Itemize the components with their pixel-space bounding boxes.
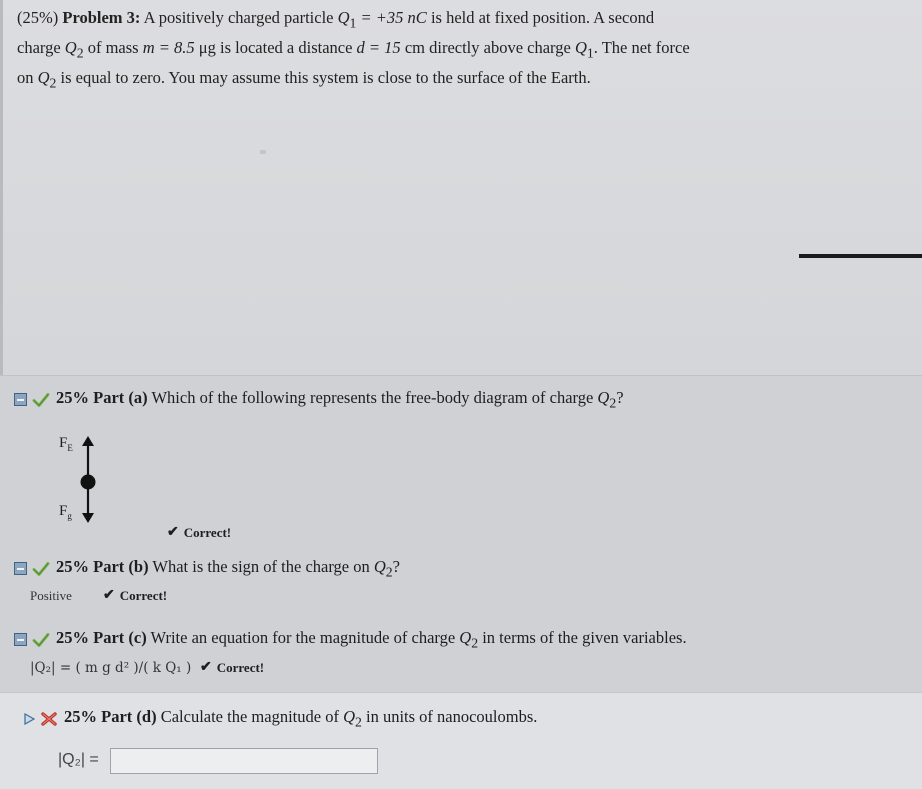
problem-text: (25%) Problem 3: A positively charged pa… <box>17 6 777 95</box>
problem-text-segment: is held at fixed position. A second <box>426 8 655 27</box>
problem-weight: (25%) <box>17 8 63 27</box>
x-icon <box>41 711 57 726</box>
q2-symbol: Q <box>373 557 386 576</box>
q2-subscript: 2 <box>385 564 393 580</box>
problem-text-segment: on <box>17 67 38 87</box>
q1-symbol: Q <box>337 8 350 27</box>
q2-subscript: 2 <box>354 714 362 730</box>
part-b-question-text: What is the sign of the charge on <box>148 557 374 576</box>
divider-line <box>799 254 922 258</box>
part-a-question-text: Which of the following represents the fr… <box>147 388 598 407</box>
part-b-question: 25% Part (b) What is the sign of the cha… <box>56 557 400 580</box>
q2-subscript: 2 <box>76 45 84 61</box>
part-b-answer: Positive <box>30 588 72 603</box>
minus-box-icon[interactable] <box>14 393 27 407</box>
part-c-question-text: Write an equation for the magnitude of c… <box>146 628 460 647</box>
q1-symbol: Q <box>574 37 587 57</box>
part-d-question-text: Calculate the magnitude of <box>156 707 344 726</box>
part-c-label: 25% Part (c) <box>56 628 147 647</box>
q2-input-label: |Q₂| = <box>58 751 99 768</box>
q2-symbol: Q <box>459 628 472 647</box>
part-c-answer: |Q₂| = ( m g d² )/( k Q₁ ) <box>30 660 192 676</box>
cursor-artifact <box>260 150 266 154</box>
part-d-question-end: in units of nanocoulombs. <box>361 707 538 726</box>
problem-text-segment: directly above charge <box>424 37 575 57</box>
mass-symbol: m <box>142 37 155 57</box>
checkmark-icon <box>32 561 50 576</box>
part-d: 25% Part (d) Calculate the magnitude of … <box>0 692 922 789</box>
part-b-correct: ✔ Correct! <box>103 587 167 604</box>
problem-text-segment: . The net force <box>593 37 690 57</box>
q2-symbol: Q <box>597 388 610 407</box>
part-a-question: 25% Part (a) Which of the following repr… <box>56 388 624 411</box>
distance-symbol: d <box>356 37 365 57</box>
parts-panel: 25% Part (a) Which of the following repr… <box>0 376 922 789</box>
fg-label: Fg <box>59 503 72 521</box>
charge-dot <box>80 474 96 490</box>
part-b-header[interactable]: 25% Part (b) What is the sign of the cha… <box>14 557 400 580</box>
problem-text-segment: is located a distance <box>215 37 357 57</box>
part-a-correct: ✔ Correct! <box>167 524 231 541</box>
minus-box-icon[interactable] <box>14 562 27 576</box>
minus-box-icon[interactable] <box>14 633 27 647</box>
distance-unit: cm <box>400 37 425 57</box>
correct-check-icon: ✔ <box>167 525 179 540</box>
correct-label: Correct! <box>119 587 168 603</box>
part-a-label: 25% Part (a) <box>56 388 148 407</box>
q2-symbol: Q <box>37 67 50 87</box>
correct-label: Correct! <box>216 659 265 675</box>
q2-answer-input[interactable] <box>110 748 378 774</box>
problem-text-segment: charge <box>17 37 65 57</box>
problem-title: Problem 3: <box>62 8 141 27</box>
distance-value: = 15 <box>364 37 401 57</box>
correct-label: Correct! <box>183 524 232 540</box>
part-c-header[interactable]: 25% Part (c) Write an equation for the m… <box>14 628 687 651</box>
problem-text-segment: is equal to zero. You may assume this sy… <box>56 67 591 87</box>
q1-subscript: 1 <box>586 45 594 61</box>
q1-value: = +35 nC <box>356 8 427 27</box>
part-a-header[interactable]: 25% Part (a) Which of the following repr… <box>14 388 624 411</box>
q2-symbol: Q <box>64 37 77 57</box>
part-c-question: 25% Part (c) Write an equation for the m… <box>56 628 687 651</box>
play-triangle-icon[interactable] <box>24 712 35 725</box>
checkmark-icon <box>32 392 50 407</box>
correct-check-icon: ✔ <box>103 588 115 603</box>
mass-unit: μg <box>194 37 216 57</box>
problem-text-segment: of mass <box>83 37 143 57</box>
problem-text-segment: A positively charged particle <box>140 8 338 27</box>
part-b-label: 25% Part (b) <box>56 557 149 576</box>
checkmark-icon <box>32 632 50 647</box>
part-c-question-end: in terms of the given variables. <box>478 628 687 647</box>
part-d-label: 25% Part (d) <box>64 707 157 726</box>
mass-value: = 8.5 <box>154 37 195 57</box>
correct-check-icon: ✔ <box>200 660 212 675</box>
part-a-question-end: ? <box>616 388 624 407</box>
part-b-question-end: ? <box>392 557 400 576</box>
up-arrowhead <box>82 436 94 446</box>
free-body-diagram: FE Fg <box>55 435 115 530</box>
q2-symbol: Q <box>343 707 355 726</box>
down-arrowhead <box>82 513 94 523</box>
fe-label: FE <box>59 435 73 453</box>
part-d-question: 25% Part (d) Calculate the magnitude of … <box>64 707 537 730</box>
force-arrows-diagram <box>80 436 96 523</box>
part-c-correct: ✔ Correct! <box>200 659 264 676</box>
part-d-header[interactable]: 25% Part (d) Calculate the magnitude of … <box>24 707 537 730</box>
problem-statement-panel: (25%) Problem 3: A positively charged pa… <box>0 0 922 376</box>
